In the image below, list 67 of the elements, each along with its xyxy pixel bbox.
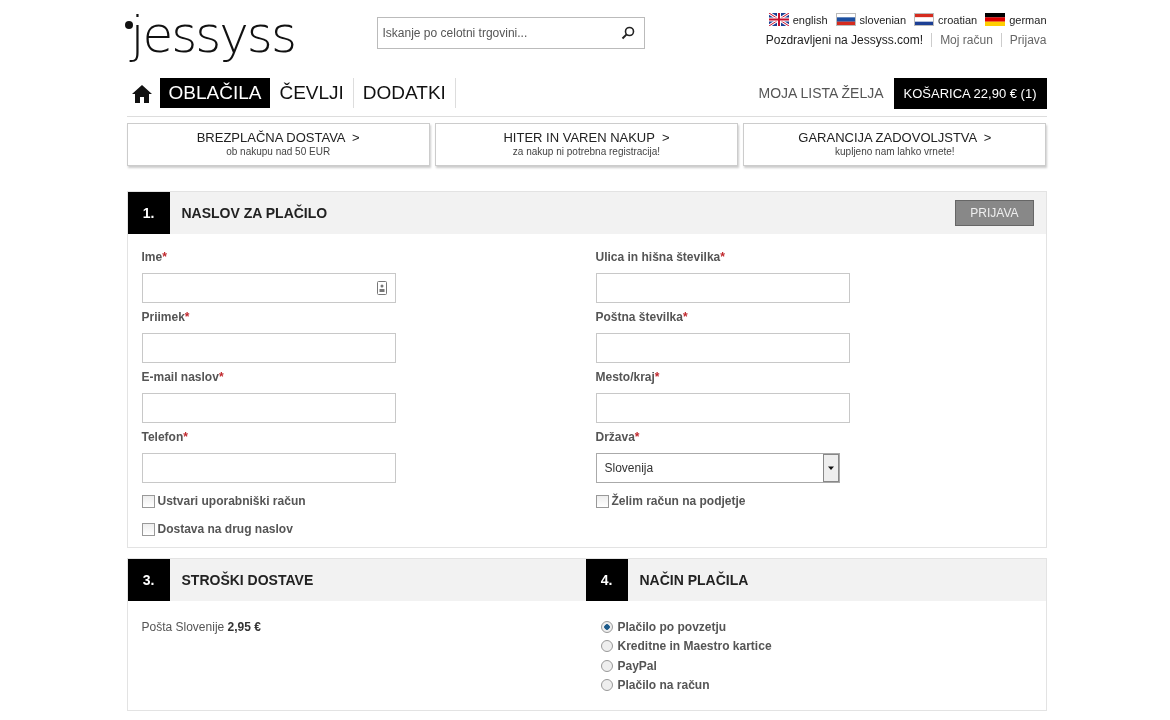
checkbox[interactable] — [141, 494, 155, 508]
text-field[interactable] — [141, 333, 396, 363]
home-icon[interactable] — [131, 83, 152, 103]
step-number: 3. — [127, 559, 170, 601]
shipping-cost-text: Pošta Slovenije 2,95 € — [141, 620, 261, 634]
flag-icon[interactable] — [985, 13, 1006, 26]
account-link[interactable]: Prijava — [1000, 33, 1047, 47]
promo-subtitle: za nakup ni potrebna registracija! — [511, 146, 662, 157]
nav-tab[interactable]: OBLAČILA — [159, 78, 271, 108]
wishlist-link[interactable]: MOJA LISTA ŽELJA — [758, 85, 884, 101]
field-label: E-mail naslov* — [141, 370, 225, 386]
promo-banner[interactable]: GARANCIJA ZADOVOLJSTVA > kupljeno nam lahko vrnete! — [743, 123, 1047, 166]
nav-tab[interactable]: DODATKI — [353, 78, 456, 108]
search-field[interactable]: Iskanje po celotni trgovini... — [376, 17, 645, 49]
language-link[interactable]: croatian — [938, 13, 978, 26]
account-link[interactable]: Moj račun — [931, 33, 1001, 47]
radio-button[interactable] — [600, 679, 613, 692]
field-label: Mesto/kraj* — [595, 370, 661, 386]
promo-title: GARANCIJA ZADOVOLJSTVA > — [797, 130, 993, 145]
flag-icon[interactable] — [768, 13, 789, 26]
text-field[interactable] — [141, 273, 396, 303]
text-field[interactable] — [595, 333, 850, 363]
section-title: NAČIN PLAČILA — [639, 572, 749, 588]
language-link[interactable]: slovenian — [859, 13, 907, 26]
field-label: Država* — [595, 430, 641, 446]
search-icon[interactable] — [620, 26, 635, 40]
radio-label[interactable]: Plačilo po povzetju — [617, 619, 727, 634]
flag-icon[interactable] — [914, 13, 935, 26]
section-title: NASLOV ZA PLAČILO — [181, 205, 328, 221]
radio-button[interactable] — [600, 620, 613, 633]
greeting-text: Pozdravljeni na Jessyss.com! — [765, 33, 925, 47]
checkbox-label[interactable]: Dostava na drug naslov — [157, 522, 293, 536]
promo-banner[interactable]: HITER IN VAREN NAKUP > za nakup ni potrebna registracija! — [434, 123, 739, 166]
checkbox-label[interactable]: Ustvari uporabniški račun — [157, 494, 306, 508]
text-field[interactable] — [595, 273, 850, 303]
flag-icon[interactable] — [835, 13, 856, 26]
field-label: Telefon* — [141, 430, 189, 446]
field-label: Priimek* — [141, 310, 191, 326]
language-link[interactable]: english — [792, 13, 828, 26]
language-link[interactable]: german — [1009, 13, 1047, 26]
country-dropdown[interactable]: Slovenija — [595, 453, 840, 483]
radio-label[interactable]: PayPal — [617, 658, 657, 673]
radio-button[interactable] — [600, 640, 613, 653]
field-label: Ulica in hišna številka* — [595, 250, 726, 266]
nav-tab[interactable]: ČEVLJI — [270, 78, 354, 108]
radio-label[interactable]: Plačilo na račun — [617, 678, 710, 693]
text-field[interactable] — [141, 453, 396, 483]
radio-label[interactable]: Kreditne in Maestro kartice — [617, 639, 772, 654]
promo-subtitle: ob nakupu nad 50 EUR — [225, 146, 332, 157]
promo-subtitle: kupljeno nam lahko vrnete! — [834, 146, 956, 157]
checkbox[interactable] — [595, 494, 609, 508]
cart-button[interactable]: KOŠARICA 22,90 € (1) — [893, 77, 1047, 109]
field-label: Poštna številka* — [595, 310, 689, 326]
checkbox[interactable] — [141, 522, 155, 536]
promo-banner[interactable]: BREZPLAČNA DOSTAVA > ob nakupu nad 50 EUR — [126, 123, 430, 166]
promo-title: HITER IN VAREN NAKUP > — [502, 130, 671, 145]
step-number: 4. — [585, 559, 628, 601]
logo[interactable]: jessyss — [126, 13, 371, 65]
checkbox-label[interactable]: Želim račun na podjetje — [611, 494, 746, 508]
promo-title: BREZPLAČNA DOSTAVA > — [195, 130, 361, 145]
section-title: STROŠKI DOSTAVE — [181, 572, 314, 588]
text-field[interactable] — [595, 393, 850, 423]
field-label: Ime* — [141, 250, 168, 266]
step-number: 1. — [127, 192, 170, 234]
contact-card-icon[interactable] — [376, 281, 387, 295]
text-field[interactable] — [141, 393, 396, 423]
radio-button[interactable] — [600, 659, 613, 672]
